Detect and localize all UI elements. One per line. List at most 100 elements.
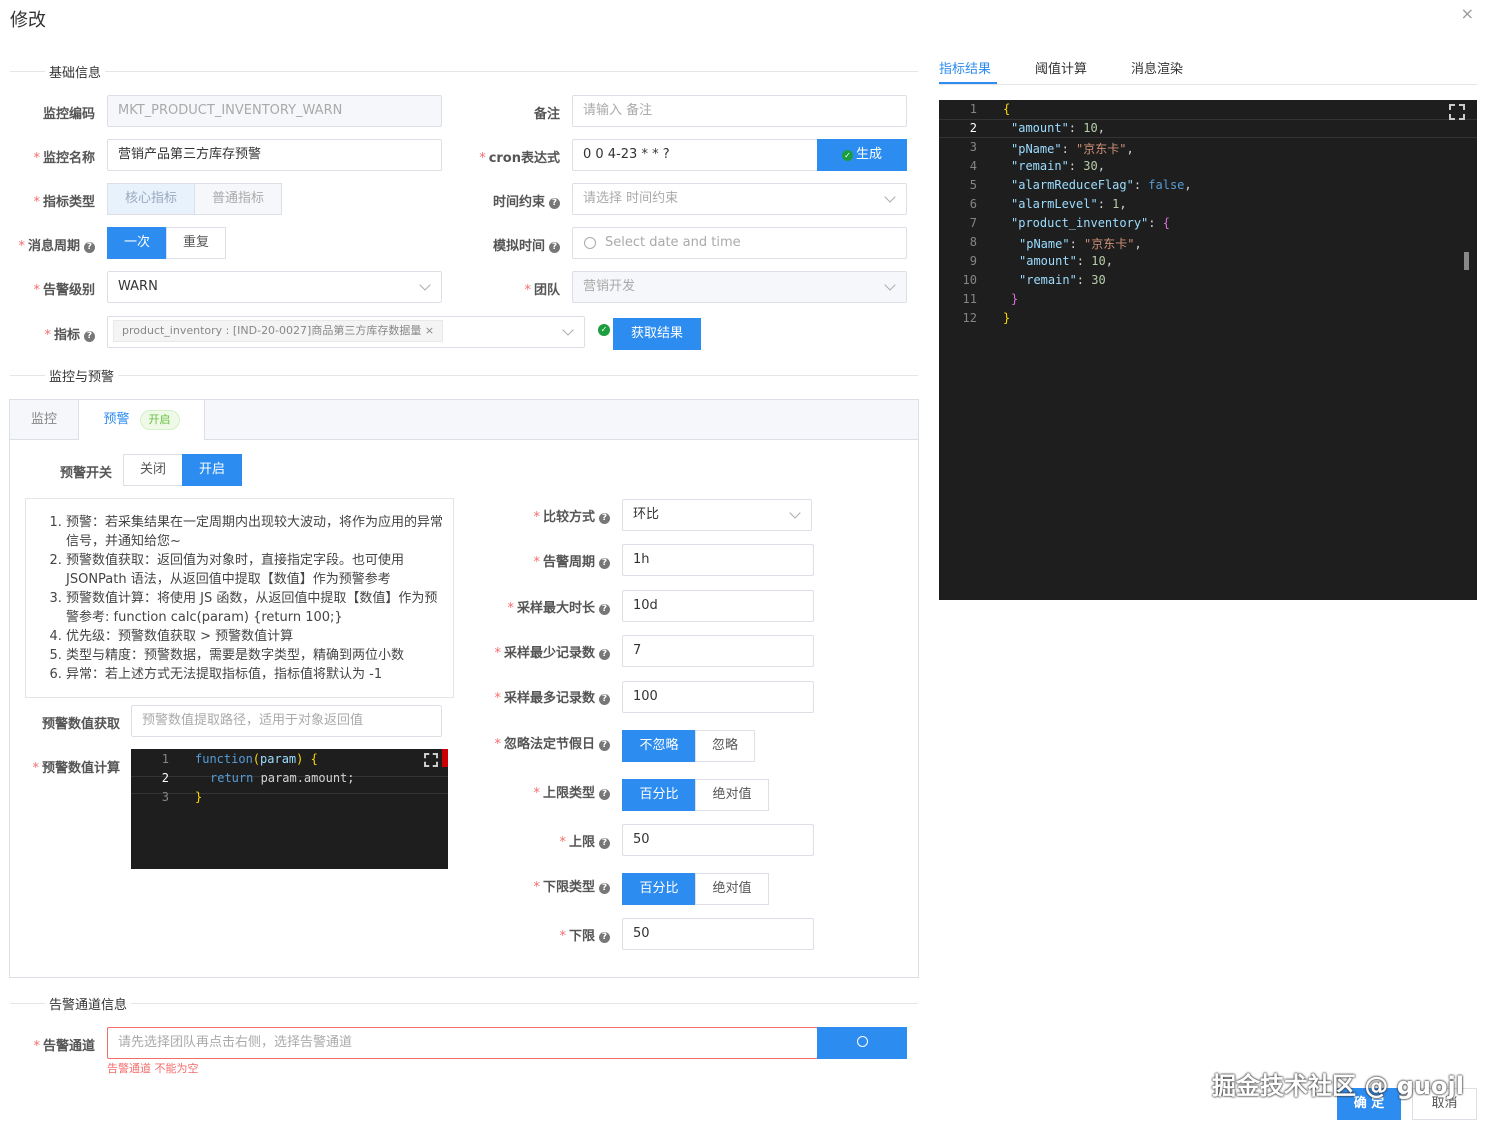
line-number: 11 xyxy=(962,292,977,306)
question-icon: ? xyxy=(549,242,560,253)
alert-status-tag: 开启 xyxy=(139,410,180,430)
chevron-down-icon xyxy=(419,279,431,291)
help-item: 异常：若上述方式无法提取指标值，指标值将默认为 -1 xyxy=(66,665,443,684)
lower-absolute-option[interactable]: 绝对值 xyxy=(695,873,769,905)
compare-label: * 比较方式? xyxy=(470,506,610,525)
section-basic: 基础信息 xyxy=(10,62,918,82)
code-line: return param.amount; xyxy=(210,771,355,785)
name-input[interactable]: 营销产品第三方库存预警 xyxy=(107,139,442,171)
tab-metric-result[interactable]: 指标结果 xyxy=(939,58,991,77)
metric-tag: product_inventory : [IND-20-0027]商品第三方库存… xyxy=(113,320,444,342)
question-icon: ? xyxy=(599,932,610,943)
alert-period-label: * 告警周期? xyxy=(470,551,610,570)
alert-period-input[interactable]: 1h xyxy=(622,544,814,576)
line-number: 1 xyxy=(969,102,977,116)
type-label: * 指标类型 xyxy=(33,195,95,210)
channel-input[interactable]: 请先选择团队再点击右侧，选择告警通道 xyxy=(107,1027,818,1059)
upper-limit-label: * 上限? xyxy=(470,831,610,850)
help-item: 预警数值获取：返回值为对象时，直接指定字段。也可使用 JSONPath 语法，从… xyxy=(66,551,443,589)
upper-absolute-option[interactable]: 绝对值 xyxy=(695,779,769,811)
question-icon: ? xyxy=(599,694,610,705)
sim-label: 模拟时间? xyxy=(450,235,560,254)
tab-threshold-calc[interactable]: 阈值计算 xyxy=(1035,58,1087,77)
code-input[interactable]: MKT_PRODUCT_INVENTORY_WARN xyxy=(107,95,442,127)
compare-select[interactable]: 环比 xyxy=(622,499,812,531)
right-tabs-divider xyxy=(939,84,1477,85)
channel-search-button[interactable] xyxy=(817,1027,907,1059)
chevron-down-icon xyxy=(884,191,896,203)
scrollbar-thumb[interactable] xyxy=(1464,252,1469,270)
question-icon: ? xyxy=(599,740,610,751)
alert-on-option[interactable]: 开启 xyxy=(182,454,242,486)
chevron-down-icon xyxy=(884,279,896,291)
question-icon: ? xyxy=(84,242,95,253)
check-circle-icon: ✓ xyxy=(841,150,853,161)
fullscreen-icon[interactable] xyxy=(424,753,438,767)
period-once-option[interactable]: 一次 xyxy=(107,227,167,259)
question-icon: ? xyxy=(599,604,610,615)
alert-off-option[interactable]: 关闭 xyxy=(123,454,183,486)
period-repeat-option[interactable]: 重复 xyxy=(166,227,226,259)
lower-type-label: * 下限类型? xyxy=(470,876,610,895)
type-normal-option[interactable]: 普通指标 xyxy=(194,183,282,215)
upper-type-label: * 上限类型? xyxy=(470,782,610,801)
cron-input[interactable]: 0 0 4-23 * * ? xyxy=(572,139,820,171)
help-item: 预警：若采集结果在一定周期内出现较大波动，将作为应用的异常信号，并通知给您~ xyxy=(66,513,443,551)
code-line: "alarmReduceFlag": false, xyxy=(1011,178,1192,192)
code-line: } xyxy=(1003,311,1011,325)
metric-label: * 指标? xyxy=(10,324,95,343)
time-label: 时间约束? xyxy=(450,191,560,210)
code-line: "pName": "京东卡", xyxy=(1011,142,1134,156)
tab-monitor[interactable]: 监控 xyxy=(10,400,78,440)
code-line: "alarmLevel": 1, xyxy=(1011,197,1127,211)
calc-code-editor[interactable]: 1 2 3 function(param) { return param.amo… xyxy=(131,749,448,869)
alert-calc-label: * 预警数值计算 xyxy=(32,761,120,776)
close-icon[interactable]: × xyxy=(1461,4,1474,23)
metric-select[interactable]: product_inventory : [IND-20-0027]商品第三方库存… xyxy=(107,316,585,348)
tab-alert[interactable]: 预警 开启 xyxy=(78,400,205,440)
holiday-ignore-option[interactable]: 忽略 xyxy=(695,730,755,762)
close-icon[interactable]: × xyxy=(425,324,434,337)
section-channel-title: 告警通道信息 xyxy=(45,994,132,1013)
monitor-tabbar: 监控 预警 开启 xyxy=(10,400,918,440)
fetch-result-button[interactable]: 获取结果 xyxy=(613,318,701,350)
code-line: "product_inventory": { xyxy=(1011,216,1170,230)
code-line: "pName": "京东卡", xyxy=(1019,237,1142,251)
type-core-option[interactable]: 核心指标 xyxy=(107,183,195,215)
upper-percent-option[interactable]: 百分比 xyxy=(622,779,696,811)
lower-percent-option[interactable]: 百分比 xyxy=(622,873,696,905)
code-line: "remain": 30 xyxy=(1019,273,1106,287)
holiday-label: * 忽略法定节假日? xyxy=(460,733,610,752)
max-duration-input[interactable]: 10d xyxy=(622,590,814,622)
clock-icon xyxy=(584,237,596,249)
help-item: 类型与精度：预警数据，需要是数字类型，精确到两位小数 xyxy=(66,646,443,665)
fullscreen-icon[interactable] xyxy=(1449,104,1465,120)
result-json-editor[interactable]: 1 2 3 4 5 6 7 8 9 10 11 12 { "amount": 1… xyxy=(939,100,1477,600)
line-number: 9 xyxy=(969,254,977,268)
section-monitor: 监控与预警 xyxy=(10,366,918,386)
code-label: 监控编码 xyxy=(42,107,95,122)
tab-message-render[interactable]: 消息渲染 xyxy=(1131,58,1183,77)
line-number: 3 xyxy=(161,790,169,804)
level-label: * 告警级别 xyxy=(33,283,95,298)
line-number: 4 xyxy=(969,159,977,173)
sim-datetime-picker[interactable]: Select date and time xyxy=(572,227,907,259)
chevron-down-icon xyxy=(562,324,574,336)
max-duration-label: * 采样最大时长? xyxy=(470,597,610,616)
check-circle-icon: ✓ xyxy=(598,324,610,336)
dialog-title: 修改 xyxy=(10,10,46,31)
lower-limit-input[interactable]: 50 xyxy=(622,918,814,950)
remark-input[interactable]: 请输入 备注 xyxy=(572,95,907,127)
upper-limit-input[interactable]: 50 xyxy=(622,824,814,856)
period-label: * 消息周期? xyxy=(10,235,95,254)
time-select[interactable]: 请选择 时间约束 xyxy=(572,183,907,215)
alert-help-box: 预警：若采集结果在一定周期内出现较大波动，将作为应用的异常信号，并通知给您~ 预… xyxy=(25,498,454,698)
min-records-input[interactable]: 7 xyxy=(622,635,814,667)
code-line: "amount": 10, xyxy=(1019,254,1113,268)
max-records-input[interactable]: 100 xyxy=(622,681,814,713)
cron-generate-button[interactable]: ✓ 生成 xyxy=(817,139,907,171)
holiday-no-ignore-option[interactable]: 不忽略 xyxy=(622,730,696,762)
level-select[interactable]: WARN xyxy=(107,271,442,303)
question-icon: ? xyxy=(599,513,610,524)
alert-get-input[interactable]: 预警数值提取路径，适用于对象返回值 xyxy=(131,705,442,737)
